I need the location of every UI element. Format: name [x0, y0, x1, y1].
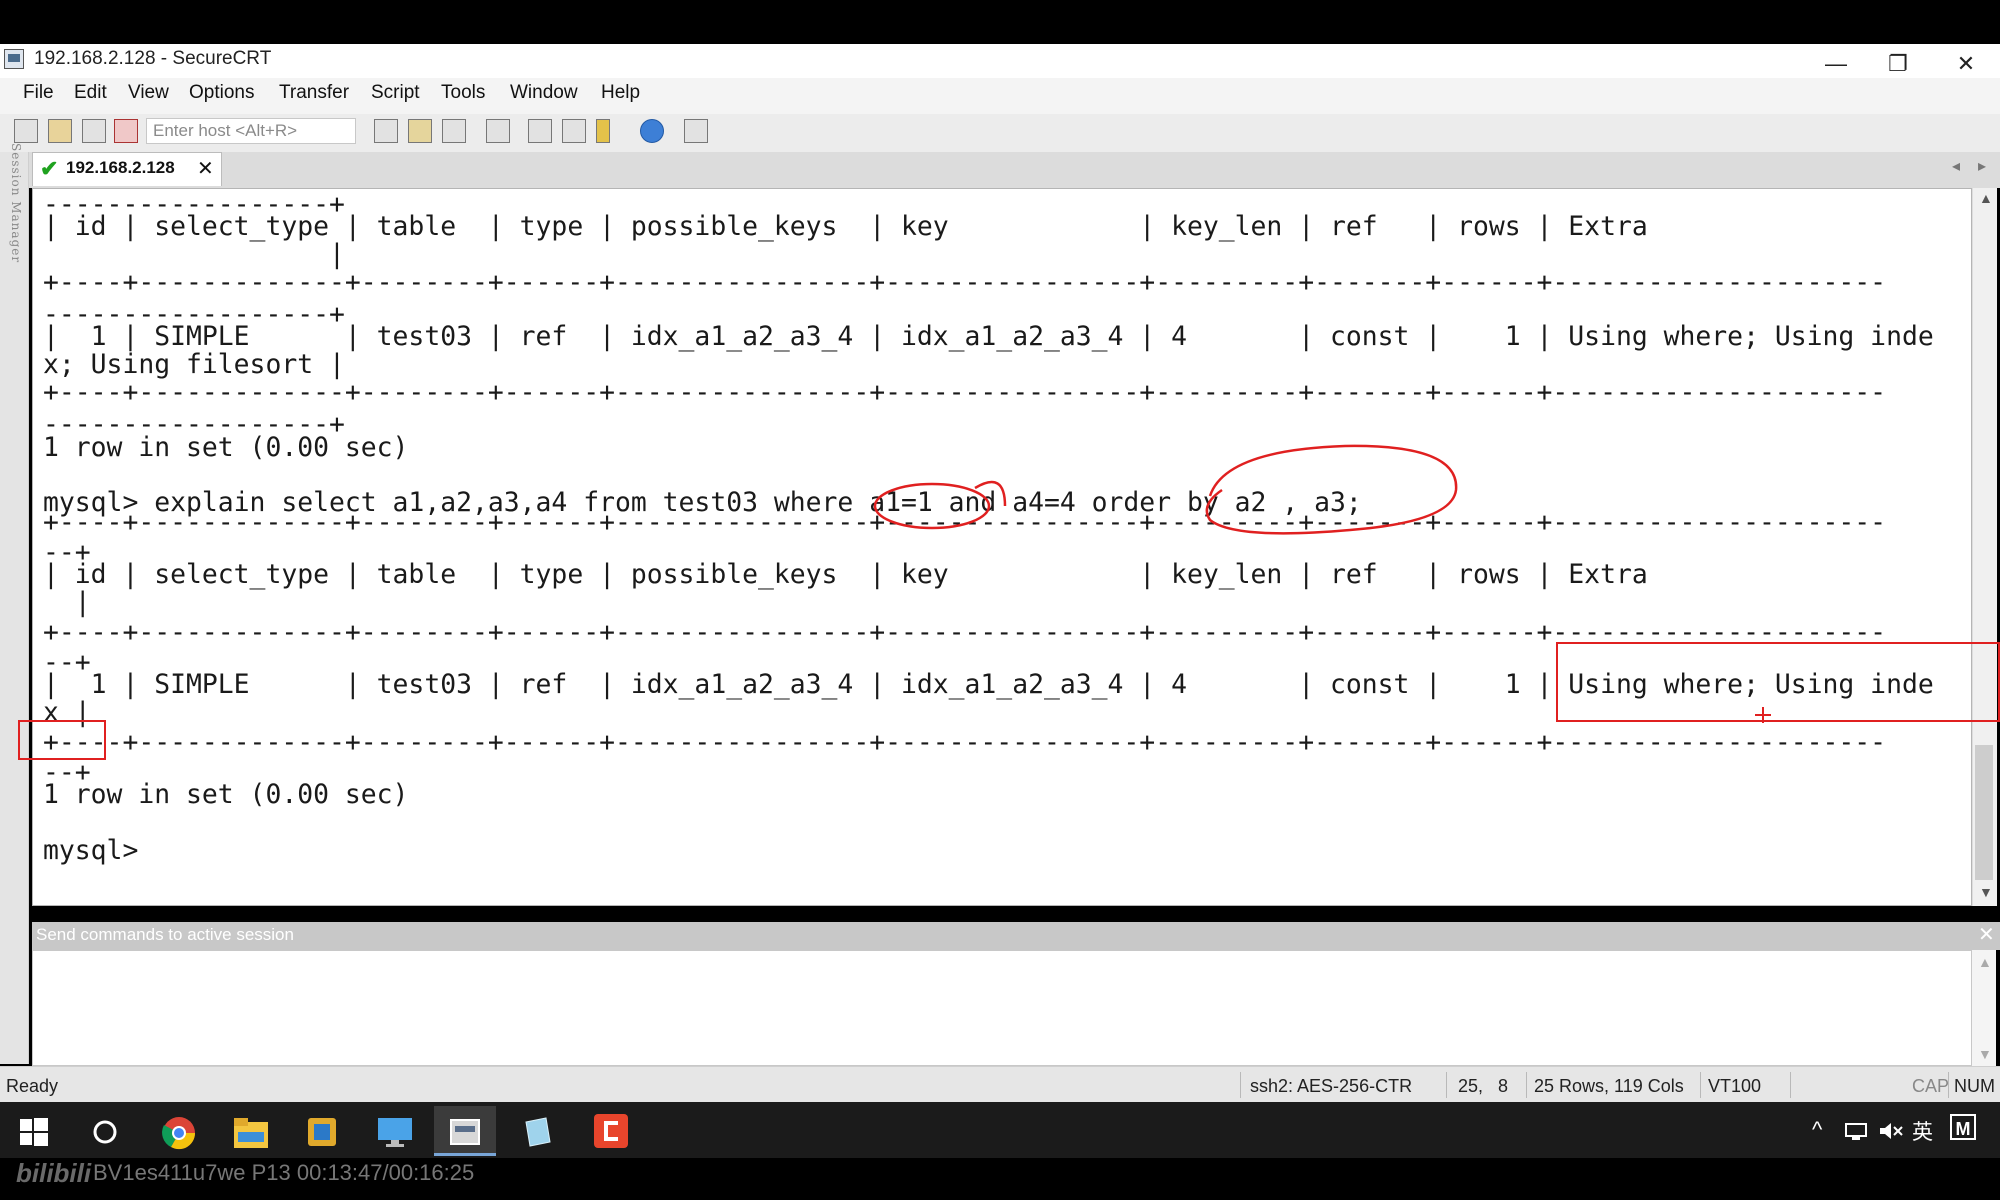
annotation-circle-order-by: [1205, 444, 1458, 535]
annotation-circle-a1: [873, 482, 991, 530]
status-separator: [1526, 1072, 1527, 1098]
scroll-up-icon[interactable]: ▲: [1978, 954, 1992, 970]
send-commands-input[interactable]: [32, 950, 1972, 1066]
chrome-icon[interactable]: [162, 1116, 196, 1150]
status-separator: [1790, 1072, 1791, 1098]
ime-language-indicator[interactable]: 英: [1912, 1116, 1933, 1146]
video-timestamp: BV1es411u7we P13 00:13:47/00:16:25: [93, 1160, 475, 1185]
onenote-icon[interactable]: [306, 1116, 338, 1148]
tray-chevron-up-icon[interactable]: ^: [1812, 1117, 1822, 1143]
status-separator: [1700, 1072, 1701, 1098]
remote-desktop-icon[interactable]: [378, 1118, 412, 1148]
status-num: NUM: [1954, 1076, 1995, 1096]
volume-muted-icon[interactable]: [1878, 1120, 1904, 1142]
annotation-box-extra: [1556, 642, 2000, 722]
status-caps: CAP: [1912, 1076, 1950, 1096]
status-separator: [1240, 1072, 1241, 1098]
status-terminal-size: 25 Rows, 119 Cols: [1534, 1076, 1684, 1096]
file-explorer-icon[interactable]: [234, 1118, 268, 1148]
send-commands-label: Send commands to active session: [36, 925, 294, 944]
taskbar: [0, 1102, 2000, 1158]
notes-app-icon[interactable]: [522, 1116, 554, 1148]
status-separator: [1948, 1072, 1949, 1098]
bilibili-logo: bilibili: [16, 1158, 92, 1188]
status-separator: [1446, 1072, 1447, 1098]
status-cursor-position: 25, 8: [1458, 1076, 1509, 1096]
windows-start-icon[interactable]: [20, 1118, 48, 1146]
network-icon[interactable]: [1844, 1120, 1868, 1142]
scroll-down-icon[interactable]: ▼: [1978, 1046, 1992, 1062]
ime-mode-indicator[interactable]: M: [1950, 1114, 1976, 1140]
status-emulation: VT100: [1708, 1076, 1762, 1096]
send-commands-scrollbar[interactable]: ▲ ▼: [1972, 950, 1996, 1066]
send-commands-close-icon[interactable]: ✕: [1978, 922, 1995, 947]
search-icon[interactable]: [91, 1118, 119, 1146]
status-protocol: ssh2: AES-256-CTR: [1250, 1076, 1413, 1096]
status-ready: Ready: [6, 1076, 59, 1096]
send-commands-header: [32, 922, 2000, 950]
annotation-box-x: [18, 720, 106, 760]
securecrt-taskbar-icon: [450, 1119, 480, 1145]
cmd-app-icon[interactable]: [594, 1114, 628, 1148]
